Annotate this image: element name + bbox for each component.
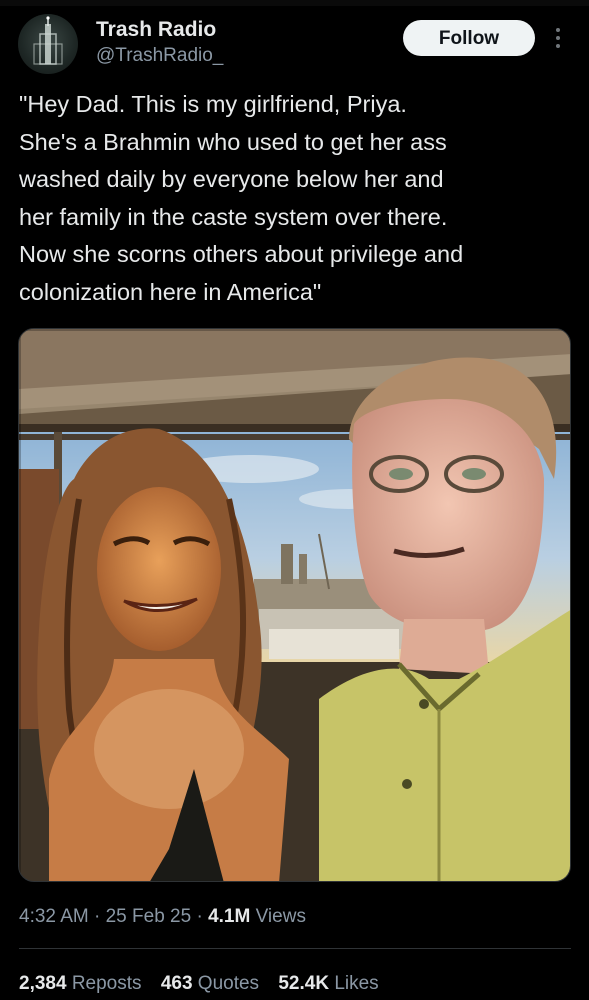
meta-separator: · [191,906,209,927]
top-edge [0,0,589,6]
views-count: 4.1M [208,906,251,927]
couple-photo-illustration [19,329,570,881]
tweet-text-line: washed daily by everyone below her and [19,166,444,192]
tweet-text-line: "Hey Dad. This is my girlfriend, Priya. [19,91,407,117]
tweet-text-line: colonization here in America" [19,278,322,305]
views-label: Views [250,906,306,927]
quotes-count: 463 [160,973,193,994]
follow-button[interactable]: Follow [403,20,535,56]
author-display-name[interactable]: Trash Radio [96,18,223,42]
tweet-photo[interactable] [18,328,571,882]
author-avatar[interactable] [18,14,78,74]
likes-count: 52.4K [278,973,330,994]
reposts-label: Reposts [66,973,142,994]
building-avatar-icon [33,16,63,65]
reposts-stat[interactable]: 2,384 Reposts [19,970,142,998]
quotes-stat[interactable]: 463 Quotes [161,970,259,998]
quotes-label: Quotes [192,973,260,994]
divider [19,948,571,949]
tweet-text-line: She's a Brahmin who used to get her ass [19,128,447,155]
meta-separator: · [88,906,106,927]
tweet-date[interactable]: 25 Feb 25 [106,906,192,927]
author-handle[interactable]: @TrashRadio_ [96,44,223,68]
tweet-time[interactable]: 4:32 AM [19,906,89,927]
tweet-detail-page: Trash Radio @TrashRadio_ Follow "Hey Dad… [0,0,589,1000]
more-vertical-icon[interactable] [548,22,568,54]
tweet-text-line: Now she scorns others about privilege an… [19,241,464,267]
tweet-stats: 2,384 Reposts 463 Quotes 52.4K Likes [19,970,393,998]
likes-stat[interactable]: 52.4K Likes [278,970,378,998]
reposts-count: 2,384 [19,973,67,994]
tweet-meta: 4:32 AM · 25 Feb 25 · 4.1M Views [19,903,306,931]
likes-label: Likes [329,973,379,994]
author-info[interactable]: Trash Radio @TrashRadio_ [96,18,223,68]
tweet-text: "Hey Dad. This is my girlfriend, Priya. … [19,86,574,311]
tweet-header: Trash Radio @TrashRadio_ Follow [0,8,589,80]
tweet-text-line: her family in the caste system over ther… [19,203,448,230]
